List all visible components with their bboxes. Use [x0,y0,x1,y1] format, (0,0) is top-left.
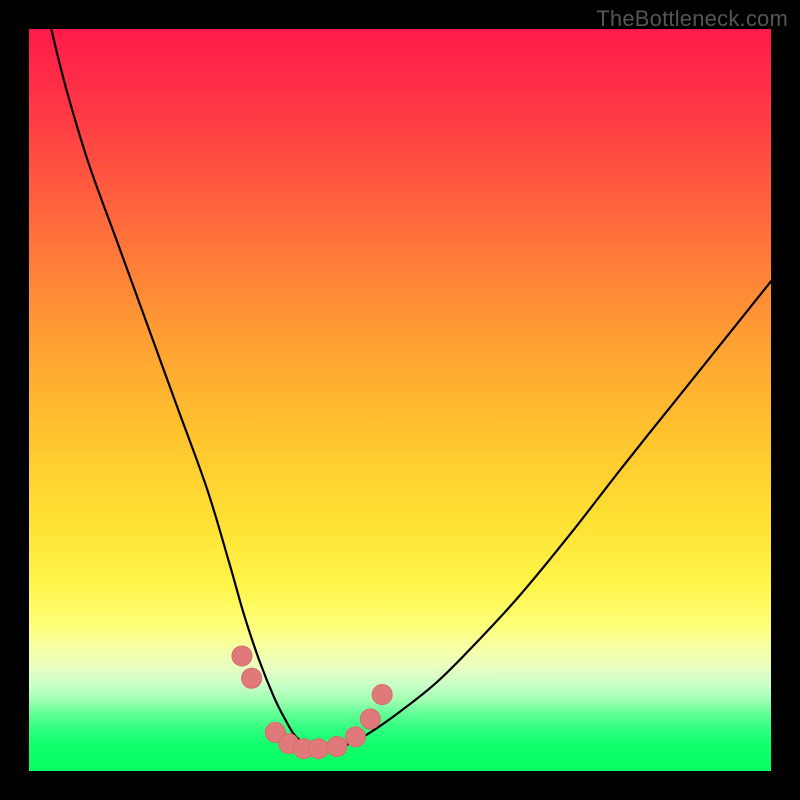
watermark-text: TheBottleneck.com [596,6,788,32]
valley-dot [345,727,365,747]
valley-dot [232,646,252,666]
valley-dot [372,685,392,705]
valley-dot [360,709,380,729]
plot-area [29,29,771,771]
chart-frame: TheBottleneck.com [0,0,800,800]
valley-dot [242,668,262,688]
valley-dot [308,739,328,759]
valley-dot [327,736,347,756]
markers-layer [29,29,771,771]
